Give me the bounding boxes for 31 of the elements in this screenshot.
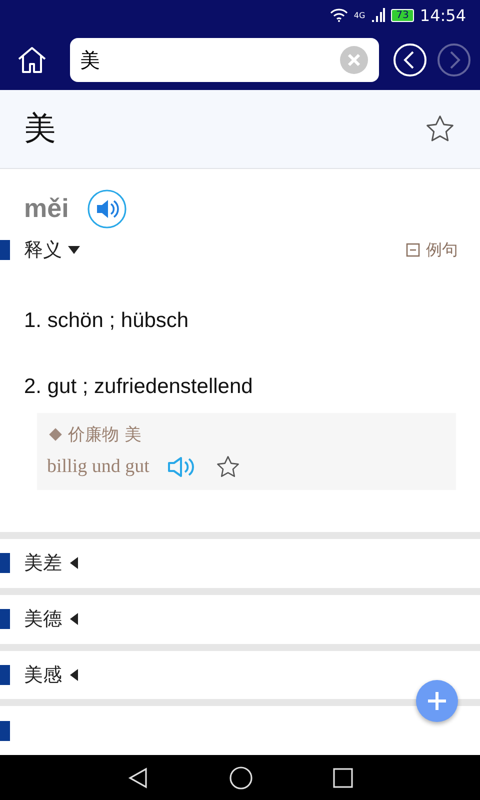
examples-toggle[interactable]: 例句: [406, 240, 458, 261]
home-button[interactable]: [16, 45, 48, 75]
related-word[interactable]: 美感: [24, 662, 62, 688]
bullet-icon: [49, 428, 62, 441]
signal-icon: [371, 8, 386, 22]
section-marker: [0, 664, 10, 685]
clock: 14:54: [420, 6, 466, 24]
related-word[interactable]: 美差: [24, 550, 62, 576]
definition-text: 1. schön ; hübsch: [23, 308, 190, 334]
example-translation: billig und gut: [47, 456, 150, 478]
headword: 美: [24, 108, 56, 149]
definition-text: 2. gut ; zufriedenstellend: [23, 374, 254, 400]
search-field[interactable]: 美: [70, 38, 379, 82]
related-word[interactable]: 美德: [24, 606, 62, 632]
example-chinese: 价廉物 美: [68, 424, 142, 446]
back-nav-icon[interactable]: [127, 766, 149, 788]
section-marker: [0, 553, 10, 574]
section-marker: [0, 720, 10, 741]
speaker-icon[interactable]: [86, 188, 127, 229]
section-marker: [0, 240, 10, 260]
battery-level: 73: [391, 8, 414, 22]
pinyin: měi: [24, 193, 69, 224]
add-button[interactable]: [416, 680, 458, 722]
home-nav-icon[interactable]: [229, 766, 253, 790]
back-button[interactable]: [393, 43, 427, 77]
network-type: 4G: [354, 10, 366, 20]
section-title[interactable]: 释义: [24, 237, 62, 264]
wifi-icon: [330, 8, 348, 22]
section-marker: [0, 609, 10, 630]
plus-icon: [427, 691, 447, 711]
recents-nav-icon[interactable]: [333, 768, 353, 788]
